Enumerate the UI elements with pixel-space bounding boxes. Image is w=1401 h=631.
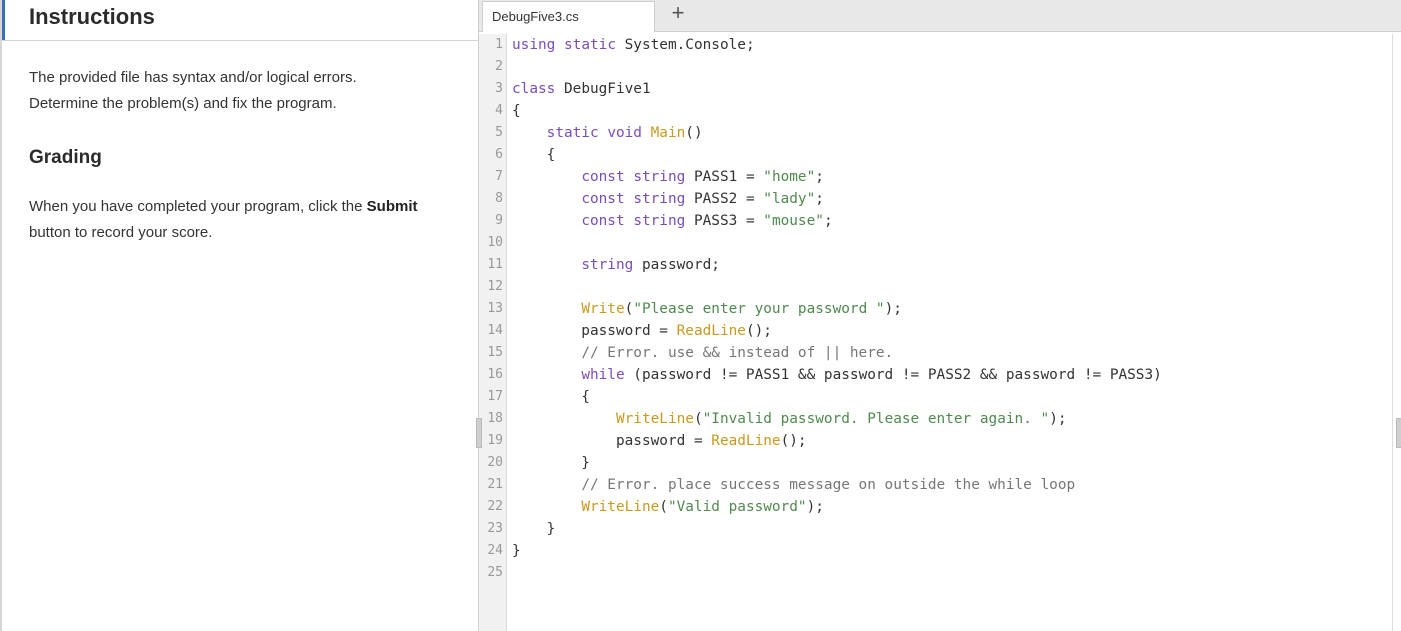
code-line[interactable]: // Error. use && instead of || here. xyxy=(512,342,893,364)
line-number: 22 xyxy=(487,499,503,514)
line-number: 10 xyxy=(487,235,503,250)
line-number: 2 xyxy=(495,59,503,74)
grading-line-2: button to record your score. xyxy=(29,224,213,241)
instructions-panel: Instructions The provided file has synta… xyxy=(0,0,480,631)
editor-tab-bar: DebugFive3.cs + xyxy=(479,0,1401,32)
code-line[interactable]: string password; xyxy=(512,254,720,276)
line-number: 20 xyxy=(487,455,503,470)
code-line[interactable]: Write("Please enter your password "); xyxy=(512,298,902,320)
line-number: 14 xyxy=(487,323,503,338)
code-line[interactable]: static void Main() xyxy=(512,122,703,144)
line-number: 13 xyxy=(487,301,503,316)
code-line[interactable]: class DebugFive1 xyxy=(512,78,651,100)
line-number: 1 xyxy=(495,37,503,52)
code-line[interactable]: } xyxy=(512,452,590,474)
grading-text: When you have completed your program, cl… xyxy=(29,198,367,215)
line-number: 24 xyxy=(487,543,503,558)
code-line[interactable]: const string PASS3 = "mouse"; xyxy=(512,210,832,232)
line-number: 25 xyxy=(487,565,503,580)
instructions-accent-bar xyxy=(2,0,5,40)
code-line[interactable]: WriteLine("Valid password"); xyxy=(512,496,824,518)
line-number: 4 xyxy=(495,103,503,118)
code-line[interactable]: } xyxy=(512,518,556,540)
line-number: 12 xyxy=(487,279,503,294)
instructions-title: Instructions xyxy=(29,4,155,29)
grading-line-1: When you have completed your program, cl… xyxy=(29,194,469,220)
line-number: 7 xyxy=(495,169,503,184)
code-line[interactable]: { xyxy=(512,386,590,408)
line-number-gutter: 1 2 3 4 5 6 7 8 9 10 11 12 13 14 15 16 17 18 19 20 21 22 23 24 2… xyxy=(479,34,507,631)
line-number: 6 xyxy=(495,147,503,162)
grading-title: Grading xyxy=(29,147,102,168)
grading-paragraph: When you have completed your program, cl… xyxy=(29,194,469,246)
line-number: 5 xyxy=(495,125,503,140)
code-line[interactable]: // Error. place success message on outsi… xyxy=(512,474,1075,496)
file-tab-label: DebugFive3.cs xyxy=(492,9,579,24)
line-number: 15 xyxy=(487,345,503,360)
instructions-line-1: The provided file has syntax and/or logi… xyxy=(29,69,357,86)
code-line[interactable]: const string PASS1 = "home"; xyxy=(512,166,824,188)
line-number: 8 xyxy=(495,191,503,206)
code-editor[interactable]: DebugFive3.cs + 1 2 3 4 5 6 7 8 9 10 11 12 13 14 15 16 1… xyxy=(476,0,1401,631)
line-number: 21 xyxy=(487,477,503,492)
right-resize-handle[interactable] xyxy=(1396,418,1401,448)
code-line[interactable]: } xyxy=(512,540,521,562)
instructions-line-2: Determine the problem(s) and fix the pro… xyxy=(29,95,337,112)
code-line[interactable]: password = ReadLine(); xyxy=(512,320,772,342)
code-line[interactable]: while (password != PASS1 && password != … xyxy=(512,364,1162,386)
line-number: 11 xyxy=(487,257,503,272)
instructions-paragraph: The provided file has syntax and/or logi… xyxy=(29,65,469,117)
line-number: 16 xyxy=(487,367,503,382)
code-line[interactable]: { xyxy=(512,100,521,122)
code-line[interactable]: const string PASS2 = "lady"; xyxy=(512,188,824,210)
instructions-divider xyxy=(2,40,480,41)
editor-right-border xyxy=(1392,34,1393,631)
line-number: 9 xyxy=(495,213,503,228)
submit-keyword: Submit xyxy=(366,198,418,215)
left-resize-handle[interactable] xyxy=(476,418,482,448)
code-line[interactable]: WriteLine("Invalid password. Please ente… xyxy=(512,408,1067,430)
code-line[interactable]: { xyxy=(512,144,556,166)
code-line[interactable]: password = ReadLine(); xyxy=(512,430,807,452)
file-tab[interactable]: DebugFive3.cs xyxy=(482,1,655,32)
code-area[interactable]: using static System.Console; class DebugF… xyxy=(512,34,1392,631)
line-number: 23 xyxy=(487,521,503,536)
line-number: 17 xyxy=(487,389,503,404)
add-file-button[interactable]: + xyxy=(663,0,693,28)
line-number: 3 xyxy=(495,81,503,96)
code-line[interactable]: using static System.Console; xyxy=(512,34,755,56)
